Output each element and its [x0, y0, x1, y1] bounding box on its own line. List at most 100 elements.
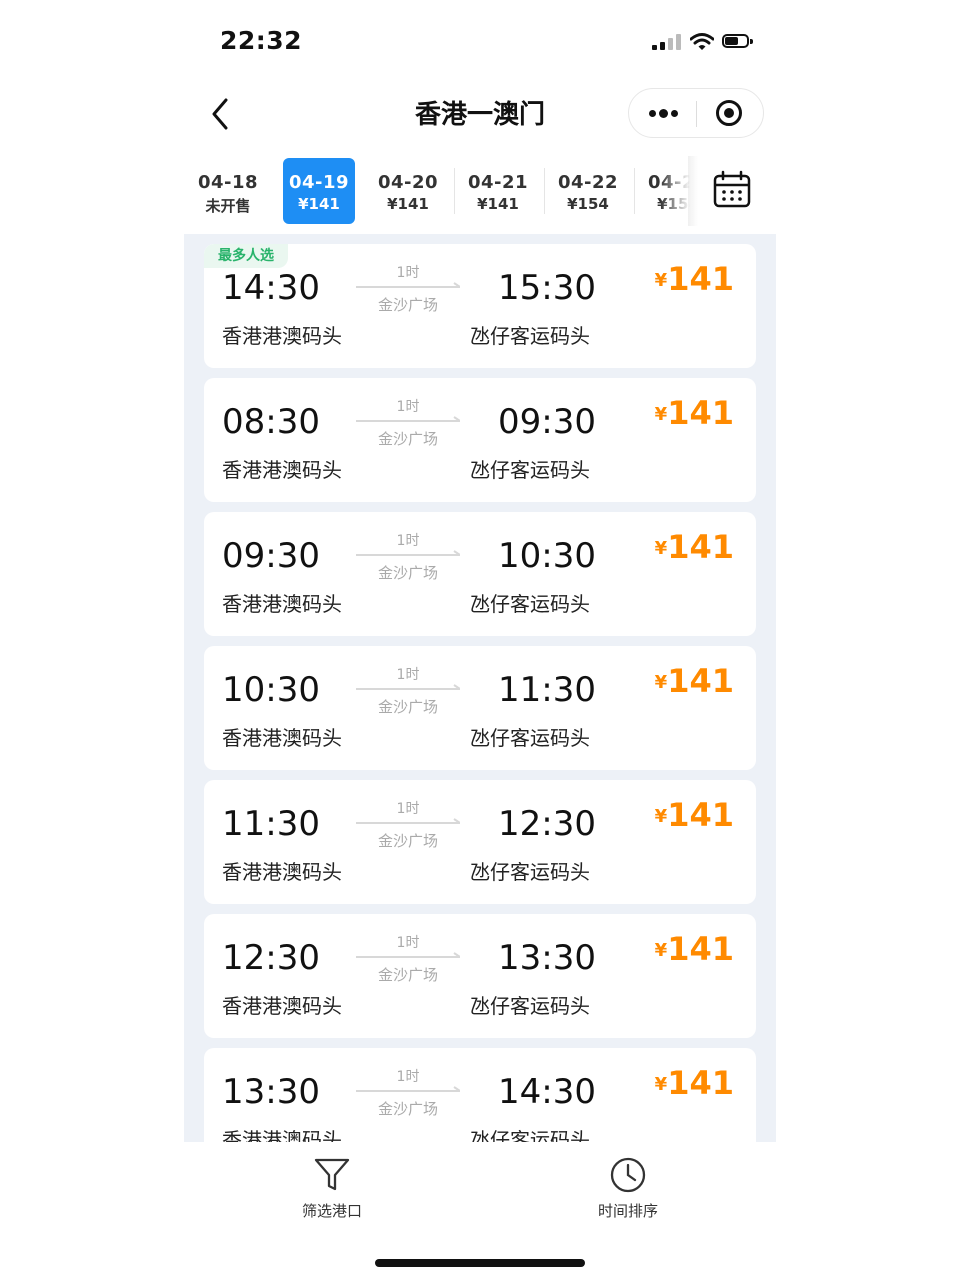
date-tab-date: 04-22 [557, 172, 619, 193]
date-tab-divider [454, 168, 455, 214]
via-stop: 金沙广场 [377, 1100, 438, 1118]
sailing-card[interactable]: 13:30 14:30 1时 金沙广场 香港港澳码头 氹仔客运码头 ¥141 [204, 1048, 756, 1142]
date-tab-price: ¥154 [567, 195, 609, 213]
price-amount: 141 [667, 930, 734, 968]
sailing-card[interactable]: 08:30 09:30 1时 金沙广场 香港港澳码头 氹仔客运码头 ¥141 [204, 378, 756, 502]
arrival-time: 13:30 [498, 938, 596, 978]
arrival-time: 12:30 [498, 804, 596, 844]
arrival-time: 11:30 [498, 670, 596, 710]
trip-duration: 1时 [396, 801, 420, 817]
departure-time: 09:30 [222, 536, 320, 576]
sailing-card[interactable]: 10:30 11:30 1时 金沙广场 香港港澳码头 氹仔客运码头 ¥141 [204, 646, 756, 770]
currency-symbol: ¥ [654, 404, 668, 425]
arrival-port: 氹仔客运码头 [470, 1128, 590, 1142]
wifi-icon [690, 33, 714, 50]
arrival-time: 15:30 [498, 268, 596, 308]
route-arrow-icon [356, 282, 460, 288]
date-tab-divider [634, 168, 635, 214]
mini-program-close-icon[interactable] [697, 89, 763, 137]
date-tab-date: 04-19 [288, 172, 350, 193]
sailing-card[interactable]: 12:30 13:30 1时 金沙广场 香港港澳码头 氹仔客运码头 ¥141 [204, 914, 756, 1038]
price-amount: 141 [667, 1064, 734, 1102]
filter-port-label: 筛选港口 [301, 1202, 362, 1220]
via-stop: 金沙广场 [377, 832, 438, 850]
route-arrow-icon [356, 416, 460, 422]
cellular-signal-icon [652, 34, 684, 50]
date-tab-price: 未开售 [205, 197, 251, 215]
departure-time: 11:30 [222, 804, 320, 844]
date-tab-price: ¥141 [477, 195, 519, 213]
ticket-price: ¥141 [655, 260, 734, 298]
ticket-price: ¥141 [655, 1064, 734, 1102]
trip-duration: 1时 [396, 935, 420, 951]
departure-time: 10:30 [222, 670, 320, 710]
arrival-time: 10:30 [498, 536, 596, 576]
mini-program-capsule [628, 88, 764, 138]
arrival-port: 氹仔客运码头 [470, 726, 590, 750]
departure-time: 12:30 [222, 938, 320, 978]
tabs-fade [660, 156, 690, 226]
date-tab-price: ¥141 [387, 195, 429, 213]
date-tab[interactable]: 04-18 未开售 [192, 158, 264, 224]
route-arrow-icon [356, 952, 460, 958]
departure-time: 14:30 [222, 268, 320, 308]
date-tab-date: 04-21 [467, 172, 529, 193]
route-arrow-icon [356, 818, 460, 824]
via-stop: 金沙广场 [377, 296, 438, 314]
page-title: 香港一澳门 [414, 100, 545, 130]
sailing-card[interactable]: 11:30 12:30 1时金沙广场香港港澳码头 氹仔客运码头 ¥141 [204, 780, 756, 904]
date-tab-date: 04-20 [377, 172, 439, 193]
bottom-bar [184, 1142, 776, 1240]
currency-symbol: ¥ [654, 672, 668, 693]
date-tabs: 04-18 未开售 04-19 ¥141 04-20 ¥141 04-21 ¥141 04-22… [184, 156, 690, 226]
battery-icon [722, 34, 754, 50]
departure-time: 08:30 [222, 402, 320, 442]
price-amount: 141 [667, 796, 734, 834]
status-time: 22:32 [220, 26, 303, 55]
arrival-port: 氹仔客运码头 [470, 860, 590, 884]
calendar-icon[interactable] [708, 170, 758, 214]
back-icon[interactable] [204, 94, 238, 134]
via-stop: 金沙广场 [377, 966, 438, 984]
trip-duration: 1时 [396, 265, 420, 281]
ticket-price: ¥141 [655, 528, 734, 566]
currency-symbol: ¥ [654, 1074, 668, 1095]
arrival-port: 氹仔客运码头 [470, 458, 590, 482]
date-tab-date: 04-18 [197, 172, 259, 193]
sailing-list[interactable]: 最多人选 14:30 15:30 1时 金沙广场 香港港澳码头 氹仔客运码头 ¥141 08:3… [184, 234, 776, 1142]
ticket-price: ¥141 [655, 394, 734, 432]
currency-symbol: ¥ [654, 538, 668, 559]
trip-duration: 1时 [396, 667, 420, 683]
sailing-card[interactable]: 09:30 10:30 1时 金沙广场 香港港澳码头 氹仔客运码头 ¥141 [204, 512, 756, 636]
arrival-time: 09:30 [498, 402, 596, 442]
clock-icon [610, 1157, 646, 1193]
route-arrow-icon [356, 684, 460, 690]
departure-port: 香港港澳码头 [222, 1128, 342, 1142]
arrival-port: 氹仔客运码头 [470, 994, 590, 1018]
date-tab[interactable]: 04-19 ¥141 [283, 158, 355, 224]
more-icon[interactable] [629, 89, 696, 137]
departure-time: 13:30 [222, 1072, 320, 1112]
sort-by-time-button[interactable]: 时间排序 [582, 1156, 674, 1226]
currency-symbol: ¥ [654, 940, 668, 961]
arrival-port: 氹仔客运码头 [470, 324, 590, 348]
filter-port-button[interactable]: 筛选港口 [286, 1156, 378, 1226]
currency-symbol: ¥ [654, 806, 668, 827]
filter-icon [314, 1158, 350, 1191]
home-indicator [375, 1259, 585, 1267]
date-tab[interactable]: 04-21 ¥141 [462, 158, 534, 224]
date-tab-price: ¥141 [298, 195, 340, 213]
date-tab[interactable]: 04-20 ¥141 [372, 158, 444, 224]
ticket-price: ¥141 [655, 662, 734, 700]
ticket-price: ¥141 [655, 930, 734, 968]
calendar-divider [688, 156, 698, 226]
sailing-card[interactable]: 最多人选 14:30 15:30 1时 金沙广场 香港港澳码头 氹仔客运码头 ¥141 [204, 244, 756, 368]
departure-port: 香港港澳码头 [222, 860, 342, 884]
via-stop: 金沙广场 [377, 430, 438, 448]
date-tab-divider [544, 168, 545, 214]
sort-by-time-label: 时间排序 [597, 1202, 658, 1220]
date-tab[interactable]: 04-22 ¥154 [552, 158, 624, 224]
price-amount: 141 [667, 394, 734, 432]
price-amount: 141 [667, 528, 734, 566]
departure-port: 香港港澳码头 [222, 458, 342, 482]
